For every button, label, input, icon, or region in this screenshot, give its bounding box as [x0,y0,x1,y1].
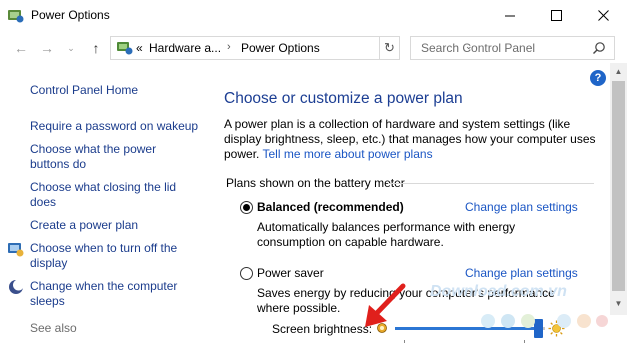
search-box[interactable]: Search Control Panel [410,36,615,60]
control-panel-icon [117,42,133,55]
maximize-button[interactable] [533,0,579,31]
slider-tick [524,340,525,343]
balanced-plan-name[interactable]: Balanced (recommended) [257,200,404,214]
link-line-1[interactable]: Require a password on wakeup [30,119,198,133]
breadcrumb-separator-icon[interactable]: › [227,41,231,53]
link-line-1[interactable]: Choose what closing the lid [30,180,176,194]
sidebar: Control Panel Home Require a password on… [0,63,210,353]
main-content: Choose or customize a power plan A power… [210,63,610,315]
close-button[interactable] [580,0,626,31]
slider-tick [404,340,405,343]
power-saver-plan-name[interactable]: Power saver [257,266,324,280]
annotation-arrow-icon [365,283,406,327]
battery-meter-group-label: Plans shown on the battery meter [226,176,405,190]
control-panel-home-link[interactable]: Control Panel Home [30,83,138,98]
close-icon [597,10,609,21]
scroll-thumb[interactable] [612,81,625,291]
link-line-2[interactable]: display [30,256,67,270]
address-bar[interactable]: « Hardware a... › Power Options ⌄ ↻ [110,36,473,60]
require-password-link[interactable]: Require a password on wakeup [30,119,198,134]
vertical-scrollbar[interactable]: ▲ ▼ [610,63,627,315]
power-buttons-link[interactable]: Choose what the power buttons do [30,142,156,172]
balanced-change-settings-link[interactable]: Change plan settings [465,200,578,214]
balanced-description: Automatically balances performance with … [257,220,597,250]
link-line-2[interactable]: sleeps [30,294,65,308]
address-row: ← → ⌄ ↑ « Hardware a... › Power Options … [0,33,627,63]
chevron-down-icon: ⌄ [67,43,75,53]
power-saver-radio[interactable] [240,267,253,280]
search-icon [593,42,605,54]
desc-line-2: where possible. [257,301,341,315]
desc-line-1: Automatically balances performance with … [257,220,516,234]
forward-button[interactable]: → [38,39,56,57]
screen-brightness-label: Screen brightness: [272,322,373,336]
scroll-up-icon[interactable]: ▲ [610,63,627,80]
turn-off-display-link[interactable]: Choose when to turn off the display [30,241,177,271]
scroll-down-icon[interactable]: ▼ [610,295,627,312]
balanced-radio[interactable] [240,201,253,214]
closing-lid-link[interactable]: Choose what closing the lid does [30,180,176,210]
computer-sleeps-link[interactable]: Change when the computer sleeps [30,279,177,309]
recent-locations-button[interactable]: ⌄ [62,39,80,57]
watermark: Download.com.vn [430,283,567,300]
forward-arrow-icon: → [40,40,54,56]
see-also-label: See also [30,321,77,335]
breadcrumb-overflow[interactable]: « [136,41,143,55]
link-line-1[interactable]: Choose when to turn off the [30,241,177,255]
up-button[interactable]: ↑ [87,39,105,57]
link-line-1[interactable]: Create a power plan [30,218,138,232]
intro-text: A power plan is a collection of hardware… [224,117,600,162]
minimize-button[interactable] [487,0,533,31]
create-power-plan-link[interactable]: Create a power plan [30,218,138,233]
minimize-icon [504,15,515,17]
refresh-button[interactable]: ↻ [379,37,399,59]
refresh-icon: ↻ [384,40,395,55]
window-title: Power Options [31,8,110,22]
breadcrumb-power-options[interactable]: Power Options [241,41,320,55]
title-bar: Power Options [0,0,627,31]
more-about-power-plans-link[interactable]: Tell me more about power plans [262,147,432,161]
power-saver-change-settings-link[interactable]: Change plan settings [465,266,578,280]
up-arrow-icon: ↑ [92,40,100,56]
page-heading: Choose or customize a power plan [224,90,463,107]
maximize-icon [550,10,562,21]
desc-line-2: consumption on capable hardware. [257,235,444,249]
watermark-dots-icon [481,314,608,328]
sleep-moon-icon [9,279,24,294]
group-divider [388,183,594,184]
link-line-1[interactable]: Choose what the power [30,142,156,156]
breadcrumb-hardware[interactable]: Hardware a... [149,41,221,55]
link-line-2[interactable]: does [30,195,56,209]
back-button[interactable]: ← [12,39,30,57]
search-placeholder: Search Control Panel [421,41,536,55]
back-arrow-icon: ← [14,40,28,56]
link-line-1[interactable]: Change when the computer [30,279,177,293]
power-options-icon [8,10,24,23]
display-icon [8,243,24,257]
link-line-2[interactable]: buttons do [30,157,86,171]
